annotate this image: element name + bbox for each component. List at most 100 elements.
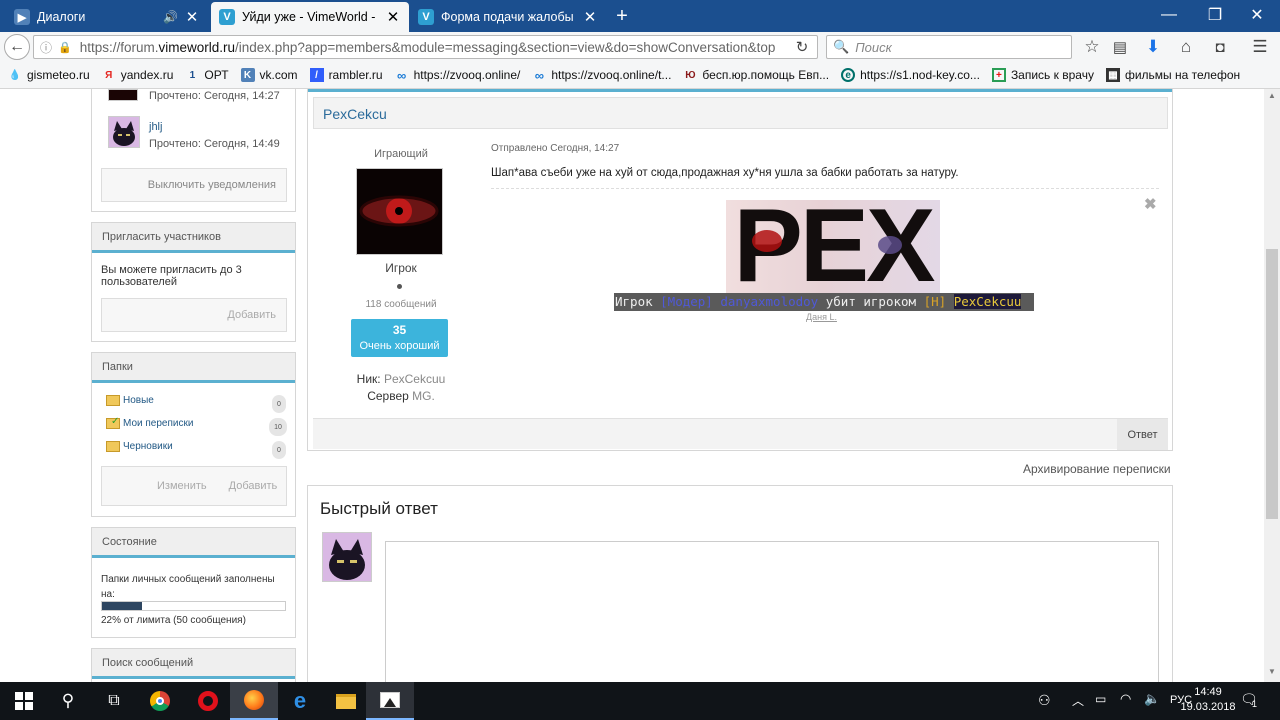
tab-bar: ▶ Диалоги 🔊 ✕ V Уйди уже - VimeWorld - .… bbox=[0, 0, 1280, 32]
show-hidden-icons[interactable]: ︿ bbox=[1072, 692, 1084, 709]
storage-progress-fill bbox=[102, 602, 143, 610]
bookmark-yandex[interactable]: Яyandex.ru bbox=[102, 68, 173, 82]
folder-my-conversations[interactable]: ✓ Мои переписки bbox=[106, 416, 193, 429]
bookmark-films[interactable]: ▦ фильмы на телефон bbox=[1105, 68, 1240, 82]
post-footer: Ответ bbox=[313, 418, 1168, 450]
edge-icon[interactable]: e bbox=[276, 682, 324, 720]
law-icon: Ю bbox=[685, 69, 696, 81]
folder-icon bbox=[106, 441, 120, 452]
minimize-button[interactable]: — bbox=[1146, 0, 1192, 30]
participant-name-link[interactable]: jhlj bbox=[149, 121, 162, 133]
close-signature-icon[interactable]: ✖ bbox=[1144, 195, 1157, 213]
pocket-icon[interactable]: ◘ bbox=[1208, 35, 1232, 59]
quick-reply-title: Быстрый ответ bbox=[320, 499, 438, 518]
bookmark-legal-help[interactable]: Юбесп.юр.помощь Евп... bbox=[683, 68, 829, 82]
zvooq-icon: ∞ bbox=[396, 67, 407, 83]
gismeteo-icon: 💧 bbox=[8, 69, 22, 81]
invite-panel-title: Пригласить участников bbox=[92, 222, 295, 253]
bookmark-star-icon[interactable]: ☆ bbox=[1080, 35, 1104, 59]
avatar[interactable] bbox=[108, 116, 140, 148]
maximize-button[interactable]: ❐ bbox=[1192, 0, 1238, 30]
speaker-icon[interactable]: 🔊 bbox=[163, 10, 178, 24]
scrollbar-thumb[interactable] bbox=[1266, 249, 1278, 519]
task-view-icon[interactable]: ⧉ bbox=[90, 682, 138, 720]
disable-notifications-button[interactable]: Выключить уведомления bbox=[101, 168, 287, 202]
add-folder-button[interactable]: Добавить bbox=[229, 480, 278, 492]
battery-icon[interactable]: ▭ bbox=[1095, 692, 1106, 706]
tab-dialogs[interactable]: ▶ Диалоги 🔊 ✕ bbox=[6, 2, 208, 32]
info-icon[interactable]: ⓘ bbox=[40, 39, 52, 56]
nod-icon: e bbox=[841, 68, 856, 82]
file-explorer-icon[interactable] bbox=[322, 682, 370, 720]
archive-conversation-link[interactable]: Архивирование переписки bbox=[1023, 462, 1171, 476]
navigation-bar: ← ⓘ 🔒 https://forum. vimeworld.ru/index.p… bbox=[0, 32, 1280, 62]
folders-panel: Папки Новые 0 ✓ Мои переписки 10 Чернови… bbox=[91, 352, 296, 517]
black-cat-avatar-icon bbox=[109, 117, 139, 147]
signature-logo: PEX bbox=[726, 200, 940, 296]
sharingan-eye-avatar-icon bbox=[359, 195, 439, 227]
my-avatar[interactable] bbox=[322, 532, 372, 582]
post-header: PexCekcu bbox=[313, 97, 1168, 129]
folder-icon bbox=[106, 395, 120, 406]
page-scrollbar[interactable]: ▲ ▼ bbox=[1264, 89, 1280, 682]
close-window-button[interactable]: ✕ bbox=[1234, 0, 1280, 30]
quick-reply-panel: Быстрый ответ bbox=[307, 485, 1173, 682]
notification-count: 1 bbox=[1252, 699, 1258, 709]
menu-icon[interactable]: ☰ bbox=[1248, 35, 1272, 59]
search-messages-title: Поиск сообщений bbox=[92, 648, 295, 679]
bookmark-rambler[interactable]: / rambler.ru bbox=[309, 68, 383, 82]
folder-new[interactable]: Новые bbox=[106, 395, 154, 406]
close-tab-icon[interactable]: ✕ bbox=[582, 8, 598, 26]
new-tab-button[interactable]: + bbox=[610, 4, 634, 28]
clock[interactable]: 14:49 19.03.2018 bbox=[1180, 685, 1236, 715]
folder-count-badge: 0 bbox=[272, 441, 286, 459]
invite-add-button[interactable]: Добавить bbox=[101, 298, 287, 332]
scroll-down-icon[interactable]: ▼ bbox=[1268, 667, 1276, 676]
tab-vimeworld-thread[interactable]: V Уйди уже - VimeWorld - ... ✕ bbox=[211, 2, 409, 32]
reply-textarea[interactable] bbox=[385, 541, 1159, 682]
yandex-icon: Я bbox=[105, 69, 113, 81]
bookmark-nod-key[interactable]: e https://s1.nod-key.co... bbox=[841, 68, 980, 82]
taskbar: ⚲ ⧉ e ⚇ ︿ ▭ ◠ 🔈 РУС 14:49 19.03.2018 🗨 1 bbox=[0, 682, 1280, 720]
photos-icon[interactable] bbox=[366, 682, 414, 720]
search-input[interactable]: 🔍 Поиск bbox=[826, 35, 1072, 59]
url-bar[interactable]: ⓘ 🔒 https://forum. vimeworld.ru/index.php… bbox=[33, 35, 818, 59]
message-post: PexCekcu Играющий Игрок 118 сообщений 35… bbox=[307, 89, 1173, 451]
signature-divider bbox=[491, 188, 1159, 189]
start-button[interactable] bbox=[0, 682, 48, 720]
home-icon[interactable]: ⌂ bbox=[1174, 35, 1198, 59]
reload-icon[interactable]: ↻ bbox=[790, 35, 814, 59]
chrome-icon[interactable] bbox=[136, 682, 184, 720]
folder-drafts[interactable]: Черновики bbox=[106, 441, 173, 452]
opera-icon[interactable] bbox=[184, 682, 232, 720]
author-avatar[interactable] bbox=[356, 168, 443, 255]
reply-button[interactable]: Ответ bbox=[1117, 419, 1168, 450]
volume-icon[interactable]: 🔈 bbox=[1144, 691, 1160, 707]
back-button[interactable]: ← bbox=[4, 34, 30, 60]
edit-folders-button[interactable]: Изменить bbox=[157, 480, 207, 492]
purple-eye-icon bbox=[878, 236, 902, 254]
firefox-icon[interactable] bbox=[230, 682, 278, 720]
vk-icon: ▶ bbox=[14, 9, 30, 25]
download-icon[interactable]: ⬇ bbox=[1141, 35, 1165, 59]
scroll-up-icon[interactable]: ▲ bbox=[1268, 91, 1276, 100]
close-tab-icon[interactable]: ✕ bbox=[385, 8, 401, 26]
bookmark-ort[interactable]: 1 ОРТ bbox=[185, 68, 229, 82]
people-icon[interactable]: ⚇ bbox=[1038, 692, 1051, 709]
signature-kill-feed: Игрок [Модер] danyaxmolodoy убит игроком… bbox=[614, 293, 1034, 311]
bookmark-zvooq-2[interactable]: ∞ https://zvooq.online/t... bbox=[532, 67, 672, 83]
avatar[interactable] bbox=[108, 89, 138, 101]
close-tab-icon[interactable]: ✕ bbox=[184, 8, 200, 26]
tab-complaint-form[interactable]: V Форма подачи жалобы н... ✕ bbox=[410, 2, 606, 32]
search-icon[interactable]: ⚲ bbox=[44, 682, 92, 720]
bookmark-gismeteo[interactable]: 💧 gismeteo.ru bbox=[8, 68, 90, 82]
bookmark-zvooq-1[interactable]: ∞ https://zvooq.online/ bbox=[395, 67, 520, 83]
reading-list-icon[interactable]: ▤ bbox=[1108, 35, 1132, 59]
bookmark-doctor[interactable]: + Запись к врачу bbox=[991, 68, 1094, 82]
zvooq-icon: ∞ bbox=[534, 67, 544, 83]
vk-icon: K bbox=[240, 68, 255, 82]
post-author-link[interactable]: PexCekcu bbox=[323, 106, 387, 122]
wifi-icon[interactable]: ◠ bbox=[1120, 691, 1131, 707]
bookmark-vk[interactable]: Kvk.com bbox=[240, 68, 298, 82]
storage-progress-bar bbox=[101, 601, 286, 611]
